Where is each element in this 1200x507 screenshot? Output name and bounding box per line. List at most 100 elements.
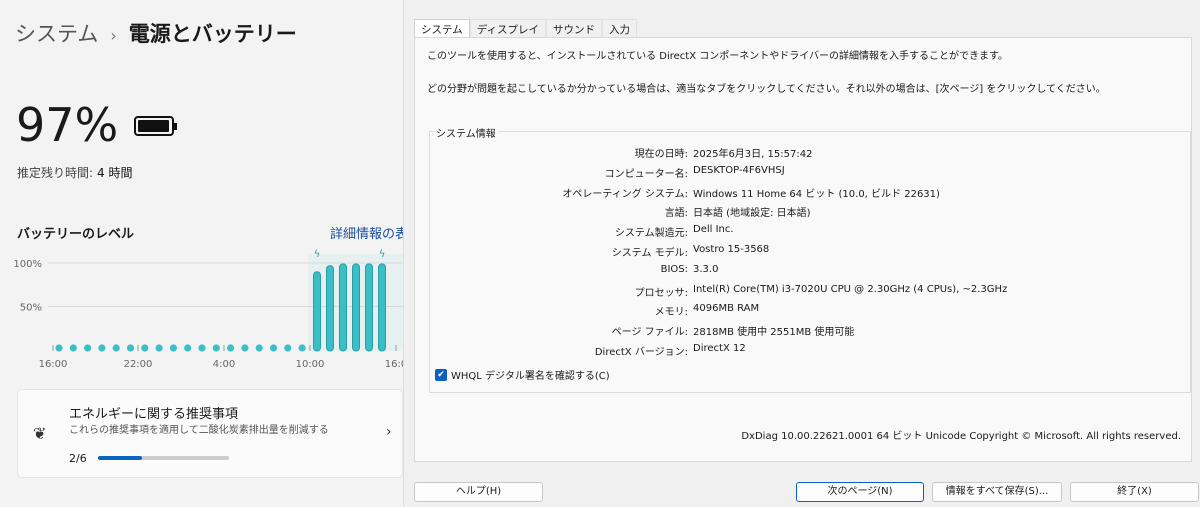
- info-value: DESKTOP-4F6VHSJ: [693, 164, 785, 176]
- lightning-icon: ϟ: [379, 249, 386, 260]
- battery-dot: [227, 344, 235, 352]
- battery-estimate: 推定残り時間: 4 時間: [17, 164, 133, 181]
- info-row: ページ ファイル: 2818MB 使用中 2551MB 使用可能: [430, 323, 1190, 341]
- intro-text: このツールを使用すると、インストールされている DirectX コンポーネントや…: [427, 51, 1009, 62]
- settings-panel: システム › 電源とバッテリー 97% 推定残り時間: 4 時間 バッテリーのレベル …: [0, 0, 408, 507]
- x-tick-label: 22:00: [124, 359, 153, 370]
- info-row: オペレーティング システム: Windows 11 Home 64 ビット (10…: [430, 185, 1190, 203]
- lightning-icon: ϟ: [314, 249, 321, 260]
- page-title: 電源とバッテリー: [128, 22, 297, 46]
- info-label: ページ ファイル:: [611, 327, 688, 339]
- info-value: Vostro 15-3568: [693, 244, 770, 255]
- info-value: 日本語 (地域設定: 日本語): [693, 208, 811, 220]
- battery-dot: [112, 344, 120, 352]
- estimate-label: 推定残り時間:: [17, 166, 94, 180]
- card-subtitle: これらの推奨事項を適用して二酸化炭素排出量を削減する: [69, 425, 329, 436]
- battery-bar: [313, 271, 321, 352]
- next-page-button[interactable]: 次のページ(N): [796, 482, 924, 502]
- battery-dot: [212, 344, 220, 352]
- x-tick-label: 16:00: [39, 359, 68, 370]
- battery-bar: [365, 263, 373, 352]
- info-value: Windows 11 Home 64 ビット (10.0, ビルド 22631): [693, 188, 940, 200]
- version-info: DxDiag 10.00.22621.0001 64 ビット Unicode C…: [741, 431, 1181, 442]
- energy-recommendations-card[interactable]: ❦ エネルギーに関する推奨事項 これらの推奨事項を適用して二酸化炭素排出量を削減…: [17, 389, 403, 478]
- info-value: 2818MB 使用中 2551MB 使用可能: [693, 327, 855, 339]
- battery-percent: 97%: [16, 98, 119, 152]
- y-tick-label: 100%: [13, 259, 42, 270]
- tab-system[interactable]: システム: [414, 19, 470, 38]
- info-row: プロセッサ: Intel(R) Core(TM) i3-7020U CPU @ 2…: [430, 284, 1190, 302]
- whql-label: WHQL デジタル署名を確認する(C): [451, 371, 610, 382]
- card-title: エネルギーに関する推奨事項: [69, 407, 239, 422]
- tab-sound[interactable]: サウンド: [545, 19, 602, 37]
- battery-dot: [169, 344, 177, 352]
- info-label: 現在の日時:: [634, 149, 688, 160]
- battery-dot: [141, 344, 149, 352]
- info-row: 言語: 日本語 (地域設定: 日本語): [430, 204, 1190, 222]
- instructions-text: どの分野が問題を起こしているか分かっている場合は、適当なタブをクリックしてくださ…: [427, 84, 1106, 95]
- chevron-right-icon: ›: [386, 424, 392, 440]
- info-value: 2025年6月3日, 15:57:42: [693, 149, 813, 160]
- battery-bar: [378, 263, 386, 352]
- info-value: 3.3.0: [693, 263, 719, 275]
- info-row: 現在の日時: 2025年6月3日, 15:57:42: [430, 145, 1190, 163]
- info-value: 4096MB RAM: [693, 303, 760, 315]
- exit-button[interactable]: 終了(X): [1070, 482, 1199, 502]
- info-label: コンピューター名:: [604, 168, 688, 180]
- battery-dot: [241, 344, 249, 352]
- battery-level-chart: 100% 50% ϟ ϟ 16:00 22:00 4:00 10:00 16:0: [13, 249, 403, 370]
- system-info-group: システム情報 現在の日時: 2025年6月3日, 15:57:42 コンピューター名…: [429, 125, 1191, 393]
- chevron-right-icon: ›: [110, 26, 117, 45]
- dxdiag-window: システム ディスプレイ サウンド 入力 このツールを使用すると、インストールされ…: [403, 0, 1200, 507]
- save-all-button[interactable]: 情報をすべて保存(S)...: [932, 482, 1062, 502]
- info-label: メモリ:: [654, 307, 688, 319]
- battery-bar: [352, 263, 360, 352]
- battery-bar: [339, 263, 347, 352]
- leaf-icon: ❦: [33, 424, 47, 443]
- battery-dot: [69, 344, 77, 352]
- info-label: オペレーティング システム:: [562, 188, 688, 200]
- battery-dot: [298, 344, 306, 352]
- whql-checkbox[interactable]: ✔ WHQL デジタル署名を確認する(C): [435, 367, 610, 382]
- info-value: Intel(R) Core(TM) i3-7020U CPU @ 2.30GHz…: [693, 283, 1008, 295]
- info-value: Dell Inc.: [693, 224, 734, 236]
- battery-dot: [84, 344, 92, 352]
- battery-dot: [198, 344, 206, 352]
- help-button[interactable]: ヘルプ(H): [414, 482, 543, 502]
- battery-dot: [284, 344, 292, 352]
- tab-bar: システム ディスプレイ サウンド 入力: [414, 19, 637, 38]
- battery-icon: [134, 116, 177, 136]
- card-progress-text: 2/6: [69, 452, 87, 465]
- battery-dot: [184, 344, 192, 352]
- x-tick-label: 16:0: [385, 359, 403, 370]
- tab-display[interactable]: ディスプレイ: [469, 19, 546, 37]
- info-label: システム モデル:: [611, 248, 688, 259]
- breadcrumb: システム › 電源とバッテリー: [15, 18, 297, 48]
- checkmark-icon: ✔: [435, 368, 447, 381]
- info-row: メモリ: 4096MB RAM: [430, 303, 1190, 321]
- info-label: BIOS:: [660, 263, 688, 275]
- info-label: DirectX バージョン:: [594, 347, 688, 358]
- info-row: コンピューター名: DESKTOP-4F6VHSJ: [430, 165, 1190, 183]
- y-tick-label: 50%: [20, 303, 42, 314]
- group-label: システム情報: [434, 125, 498, 140]
- battery-dot: [126, 344, 135, 352]
- battery-dot: [255, 344, 263, 352]
- info-label: 言語:: [664, 208, 688, 220]
- system-tab-pane: このツールを使用すると、インストールされている DirectX コンポーネントや…: [414, 37, 1192, 462]
- info-row: BIOS: 3.3.0: [430, 264, 1190, 282]
- battery-dot: [155, 344, 163, 352]
- info-label: システム製造元:: [614, 228, 688, 240]
- x-tick-label: 10:00: [296, 359, 325, 370]
- battery-bar: [326, 265, 334, 352]
- info-row: DirectX バージョン: DirectX 12: [430, 343, 1190, 361]
- info-label: プロセッサ:: [634, 287, 688, 299]
- tab-input[interactable]: 入力: [601, 19, 637, 37]
- info-row: システム製造元: Dell Inc.: [430, 224, 1190, 242]
- battery-dot: [98, 344, 106, 352]
- breadcrumb-system[interactable]: システム: [15, 22, 98, 46]
- estimate-value: 4 時間: [97, 166, 133, 180]
- card-progress-bar: [98, 456, 229, 460]
- x-tick-label: 4:00: [213, 359, 235, 370]
- info-value: DirectX 12: [693, 343, 746, 354]
